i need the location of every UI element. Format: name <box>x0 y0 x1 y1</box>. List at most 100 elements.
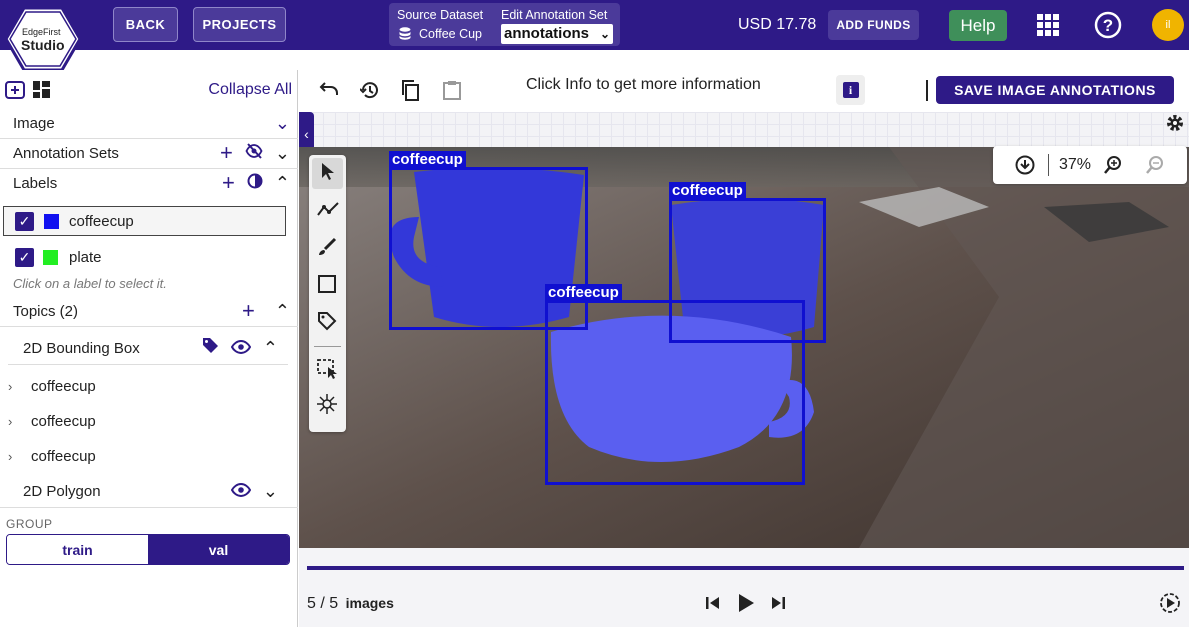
tool-divider <box>314 346 341 347</box>
zoom-out-icon[interactable] <box>1145 155 1165 180</box>
source-dataset-value[interactable]: Coffee Cup <box>419 27 482 41</box>
group-label: GROUP <box>6 517 53 531</box>
save-annotations-button[interactable]: SAVE IMAGE ANNOTATIONS <box>936 76 1174 104</box>
dataset-selector: Source Dataset Coffee Cup Edit Annotatio… <box>389 3 620 46</box>
topic-bbox-header[interactable]: 2D Bounding Box ⌃ <box>0 333 298 363</box>
skip-next-icon[interactable] <box>770 595 786 616</box>
zoom-in-icon[interactable] <box>1103 155 1123 180</box>
chevron-right-icon[interactable]: › <box>8 414 12 429</box>
visibility-off-icon[interactable] <box>245 142 263 165</box>
contrast-icon[interactable] <box>247 173 263 194</box>
auto-segment-icon[interactable] <box>315 393 339 420</box>
annotation-set-value: annotations <box>504 25 589 42</box>
chevron-right-icon[interactable]: › <box>8 449 12 464</box>
apps-grid-icon[interactable] <box>1037 14 1059 41</box>
add-funds-button[interactable]: ADD FUNDS <box>828 10 919 40</box>
tag-icon[interactable] <box>202 337 219 359</box>
topic-item[interactable]: › coffeecup <box>0 441 298 471</box>
help-circle-icon[interactable]: ? <box>1094 11 1122 44</box>
back-button[interactable]: BACK <box>113 7 178 42</box>
database-icon <box>399 27 411 43</box>
bbox-annotation[interactable] <box>545 300 805 485</box>
total-image-number: 5 <box>329 595 339 612</box>
polyline-icon[interactable] <box>317 201 339 222</box>
topic-polygon-header[interactable]: 2D Polygon ⌄ <box>0 476 298 506</box>
add-icon[interactable]: + <box>220 140 233 166</box>
download-icon[interactable] <box>1015 155 1035 180</box>
image-counter: 5 / 5 images <box>307 595 394 613</box>
toolbar-divider <box>926 80 928 101</box>
labels-title: Labels <box>13 174 58 192</box>
checkbox-checked-icon[interactable]: ✓ <box>15 247 34 267</box>
bbox-topic-title: 2D Bounding Box <box>23 339 140 357</box>
checkbox-checked-icon[interactable]: ✓ <box>15 211 34 231</box>
rectangle-icon[interactable] <box>318 275 336 298</box>
info-button[interactable]: i <box>836 75 865 105</box>
topic-item-label: coffeecup <box>31 412 96 430</box>
skip-previous-icon[interactable] <box>705 595 721 616</box>
image-section[interactable]: Image ⌄ <box>0 108 298 138</box>
slideshow-icon[interactable] <box>1159 592 1181 619</box>
chevron-down-icon[interactable]: ⌄ <box>263 481 278 502</box>
chevron-up-icon[interactable]: ⌃ <box>275 173 290 194</box>
topics-section[interactable]: Topics (2) + ⌃ <box>0 296 298 326</box>
logo-top-text: EdgeFirst <box>22 27 61 37</box>
chevron-up-icon[interactable]: ⌃ <box>275 301 290 322</box>
brush-icon[interactable] <box>317 237 337 262</box>
label-color-swatch <box>44 213 59 229</box>
add-icon[interactable]: + <box>242 298 255 324</box>
info-icon: i <box>842 82 859 98</box>
group-option-val[interactable]: val <box>148 535 289 564</box>
collapse-all-button[interactable]: Collapse All <box>208 81 292 99</box>
paste-icon[interactable] <box>443 80 461 105</box>
image-navigator: 5 / 5 images <box>299 548 1189 627</box>
help-button[interactable]: Help <box>949 10 1007 41</box>
group-toggle: train val <box>6 534 290 565</box>
label-item-coffeecup[interactable]: ✓ coffeecup <box>3 206 286 236</box>
bbox-label: coffeecup <box>389 151 466 168</box>
dashboard-icon[interactable] <box>33 81 50 103</box>
group-option-train[interactable]: train <box>7 535 148 564</box>
chevron-right-icon[interactable]: › <box>8 379 12 394</box>
tag-icon[interactable] <box>317 311 337 336</box>
balance: USD 17.78 <box>738 16 817 33</box>
settings-gear-icon[interactable] <box>1165 113 1185 138</box>
eye-icon[interactable] <box>230 338 252 359</box>
select-region-icon[interactable] <box>317 359 339 384</box>
projects-button[interactable]: PROJECTS <box>193 7 286 42</box>
label-name: plate <box>69 248 102 266</box>
sidebar: Collapse All Image ⌄ Annotation Sets + ⌄… <box>0 70 298 627</box>
annotation-sets-section[interactable]: Annotation Sets + ⌄ <box>0 138 298 168</box>
topic-item[interactable]: › coffeecup <box>0 406 298 436</box>
svg-text:?: ? <box>1103 16 1113 35</box>
play-icon[interactable] <box>737 593 755 618</box>
bbox-label: coffeecup <box>545 284 622 301</box>
label-item-plate[interactable]: ✓ plate <box>0 242 298 272</box>
copy-icon[interactable] <box>401 80 419 106</box>
bbox-label: coffeecup <box>669 182 746 199</box>
image-section-title: Image <box>13 114 55 132</box>
select-tool[interactable] <box>312 158 343 189</box>
current-image-number: 5 <box>307 595 316 612</box>
chevron-up-icon[interactable]: ⌃ <box>263 338 278 359</box>
eye-icon[interactable] <box>230 481 252 502</box>
avatar[interactable]: il <box>1152 9 1184 41</box>
zoom-controls: 37% <box>993 146 1187 184</box>
zoom-level: 37% <box>1059 156 1092 173</box>
add-box-icon[interactable] <box>5 81 25 104</box>
chevron-down-icon[interactable]: ⌄ <box>275 143 290 164</box>
logo-bottom-text: Studio <box>21 37 65 53</box>
info-hint: Click Info to get more information <box>526 76 761 93</box>
topics-title: Topics (2) <box>13 302 79 320</box>
top-bar: EdgeFirst Studio BACK PROJECTS Source Da… <box>0 0 1189 72</box>
topic-item[interactable]: › coffeecup <box>0 371 298 401</box>
undo-icon[interactable] <box>319 81 339 102</box>
image-progress-track[interactable] <box>307 566 1184 570</box>
chevron-down-icon[interactable]: ⌄ <box>275 113 290 134</box>
labels-section[interactable]: Labels + ⌃ <box>0 168 298 198</box>
add-icon[interactable]: + <box>222 170 235 196</box>
label-name: coffeecup <box>69 212 134 230</box>
history-icon[interactable] <box>359 80 380 105</box>
annotation-set-select[interactable]: annotations ⌄ <box>501 24 613 44</box>
topic-item-label: coffeecup <box>31 447 96 465</box>
